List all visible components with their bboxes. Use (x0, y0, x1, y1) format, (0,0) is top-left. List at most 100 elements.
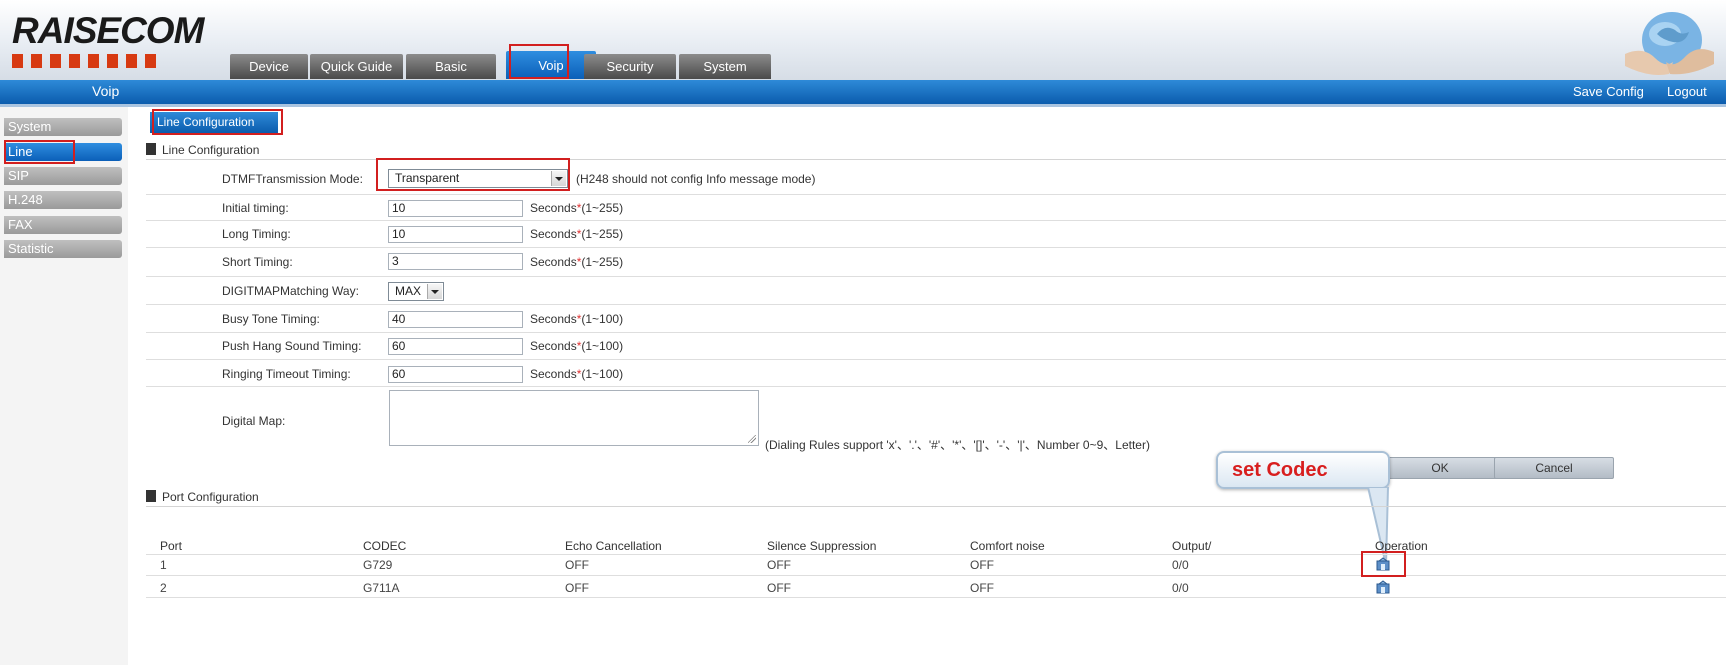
unit-text: Seconds (530, 255, 577, 269)
busy-tone-input[interactable]: 40 (388, 311, 523, 328)
push-hang-input[interactable]: 60 (388, 338, 523, 355)
push-hang-label: Push Hang Sound Timing: (222, 339, 362, 353)
ringing-timeout-label: Ringing Timeout Timing: (222, 367, 351, 381)
breadcrumb: Voip (92, 83, 120, 99)
short-timing-label: Short Timing: (222, 255, 293, 269)
globe-in-hands-icon (1625, 12, 1714, 75)
chevron-down-icon (551, 171, 566, 186)
sidebar-item-statistic[interactable]: Statistic (4, 240, 122, 258)
row-divider (146, 597, 1726, 598)
push-hang-hint: Seconds*(1~100) (530, 339, 623, 353)
header: RAISECOM Device Quick Guide Basic Voip S… (0, 0, 1726, 80)
initial-timing-hint: Seconds*(1~255) (530, 201, 623, 215)
sidebar-item-line[interactable]: Line (4, 143, 122, 161)
sidebar-item-fax[interactable]: FAX (4, 216, 122, 234)
ringing-timeout-input[interactable]: 60 (388, 366, 523, 383)
top-toolbar: Voip Save Config Logout (0, 80, 1726, 107)
tab-basic[interactable]: Basic (406, 54, 496, 79)
col-silence-suppression: Silence Suppression (767, 539, 877, 553)
busy-tone-hint: Seconds*(1~100) (530, 312, 623, 326)
initial-timing-label: Initial timing: (222, 201, 289, 215)
digitmap-matching-label: DIGITMAPMatching Way: (222, 284, 359, 298)
range-text: (1~100) (581, 339, 624, 353)
unit-text: Seconds (530, 227, 577, 241)
unit-text: Seconds (530, 367, 577, 381)
row-divider (146, 276, 1726, 277)
digitmap-matching-select[interactable]: MAX (388, 282, 444, 301)
edit-icon[interactable] (1376, 580, 1390, 594)
logo-text: RAISECOM (12, 10, 204, 51)
cell-echo: OFF (565, 558, 589, 572)
sidebar: System Line SIP H.248 FAX Statistic (0, 107, 128, 665)
ringing-timeout-hint: Seconds*(1~100) (530, 367, 623, 381)
cell-output: 0/0 (1172, 558, 1189, 572)
cancel-button[interactable]: Cancel (1494, 457, 1614, 479)
unit-text: Seconds (530, 312, 577, 326)
initial-timing-input[interactable]: 10 (388, 200, 523, 217)
digital-map-note: (Dialing Rules support 'x'、'.'、'#'、'*'、'… (765, 438, 1150, 452)
unit-text: Seconds (530, 339, 577, 353)
digital-map-textarea[interactable] (389, 390, 759, 446)
col-comfort-noise: Comfort noise (970, 539, 1045, 553)
unit-text: Seconds (530, 201, 577, 215)
dtmf-label: DTMFTransmission Mode: (222, 172, 363, 186)
col-echo-cancellation: Echo Cancellation (565, 539, 662, 553)
tab-quick-guide[interactable]: Quick Guide (310, 54, 403, 79)
dtmf-mode-value: Transparent (395, 171, 460, 185)
tab-security[interactable]: Security (584, 54, 676, 79)
sidebar-item-sip[interactable]: SIP (4, 167, 122, 185)
long-timing-hint: Seconds*(1~255) (530, 227, 623, 241)
range-text: (1~100) (581, 367, 624, 381)
chevron-down-icon (427, 284, 442, 299)
long-timing-input[interactable]: 10 (388, 226, 523, 243)
logo-chinese-glyphs (12, 54, 160, 68)
tab-voip[interactable]: Voip (506, 51, 596, 79)
page-tab-line-configuration[interactable]: Line Configuration (150, 112, 278, 133)
digital-map-label: Digital Map: (222, 414, 286, 428)
section-marker (146, 143, 156, 155)
row-divider (146, 359, 1726, 360)
tab-device[interactable]: Device (230, 54, 308, 79)
row-divider (146, 247, 1726, 248)
col-operation: Operation (1375, 539, 1428, 553)
range-text: (1~255) (581, 227, 624, 241)
tab-system[interactable]: System (679, 54, 771, 79)
row-divider (146, 220, 1726, 221)
row-divider (146, 575, 1726, 576)
cell-comfort: OFF (970, 581, 994, 595)
section-title: Line Configuration (162, 143, 260, 157)
dtmf-mode-select[interactable]: Transparent (388, 169, 568, 188)
edit-icon[interactable] (1376, 557, 1390, 571)
sidebar-item-h248[interactable]: H.248 (4, 191, 122, 209)
cell-port: 2 (160, 581, 167, 595)
busy-tone-label: Busy Tone Timing: (222, 312, 320, 326)
col-output: Output/ (1172, 539, 1212, 553)
long-timing-label: Long Timing: (222, 227, 291, 241)
set-codec-callout: set Codec (1216, 451, 1390, 489)
line-config-heading: Line Configuration (146, 141, 1726, 160)
logout-link[interactable]: Logout (1667, 84, 1707, 99)
cell-comfort: OFF (970, 558, 994, 572)
row-divider (146, 386, 1726, 387)
table-header-divider (146, 554, 1726, 555)
ok-button[interactable]: OK (1380, 457, 1500, 479)
section-marker (146, 490, 156, 502)
short-timing-input[interactable]: 3 (388, 253, 523, 270)
row-divider (146, 194, 1726, 195)
section-title: Port Configuration (162, 490, 259, 504)
cell-echo: OFF (565, 581, 589, 595)
dtmf-note: (H248 should not config Info message mod… (576, 172, 816, 186)
sidebar-item-system[interactable]: System (4, 118, 122, 136)
row-divider (146, 332, 1726, 333)
cell-silence: OFF (767, 581, 791, 595)
callout-text: set Codec (1232, 459, 1328, 481)
cell-output: 0/0 (1172, 581, 1189, 595)
short-timing-hint: Seconds*(1~255) (530, 255, 623, 269)
save-config-link[interactable]: Save Config (1573, 84, 1644, 99)
digitmap-matching-value: MAX (395, 284, 422, 298)
port-config-heading: Port Configuration (146, 488, 1726, 507)
range-text: (1~255) (581, 201, 624, 215)
col-codec: CODEC (363, 539, 407, 553)
col-port: Port (160, 539, 183, 553)
range-text: (1~100) (581, 312, 624, 326)
